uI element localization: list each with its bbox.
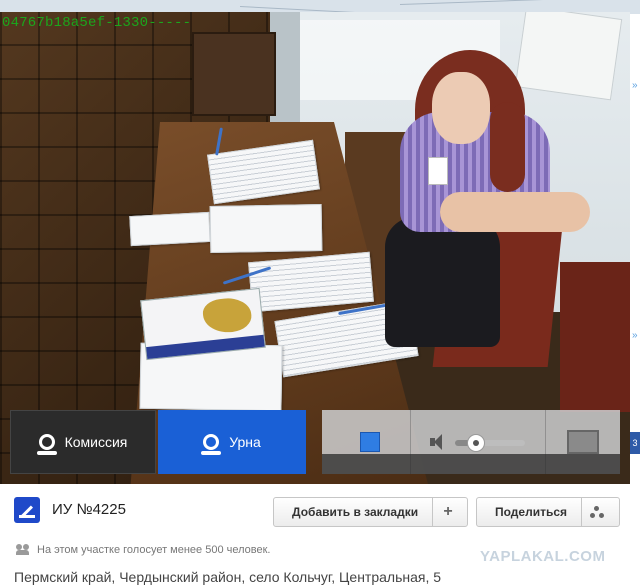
scene-chair-right <box>560 262 630 412</box>
scene-booklet <box>140 287 266 361</box>
scene-booklet-map <box>201 296 253 335</box>
webcam-icon <box>36 434 57 455</box>
camera-stream-id: 04767b18a5ef-1330----- <box>2 15 192 31</box>
plus-icon: + <box>443 503 453 520</box>
share-button[interactable]: Поделиться <box>476 497 620 527</box>
camera-tab-urna[interactable]: Урна <box>158 410 306 474</box>
camera-tab-label: Комиссия <box>64 434 128 450</box>
fullscreen-control <box>545 410 620 474</box>
station-address: Пермский край, Чердынский район, село Ко… <box>14 569 442 585</box>
share-label: Поделиться <box>495 505 568 519</box>
site-watermark: YAPLAKAL.COM <box>480 548 606 565</box>
add-bookmark-button[interactable]: Добавить в закладки + <box>273 497 468 527</box>
volume-slider[interactable] <box>455 434 525 452</box>
scene-chair <box>192 32 276 116</box>
webcam-icon <box>201 434 222 455</box>
map-road <box>399 0 600 5</box>
scene-person <box>385 217 500 347</box>
stop-button[interactable] <box>360 432 380 452</box>
camera-selector: Комиссия Урна <box>10 410 306 474</box>
scene-paper <box>129 211 211 247</box>
scene-person-hair <box>490 102 525 192</box>
volume-control <box>410 410 546 474</box>
add-bookmark-label: Добавить в закладки <box>292 505 419 519</box>
side-tab[interactable]: 3 <box>630 432 640 454</box>
scene-person-arm <box>440 192 590 232</box>
chevron-right-icon: » <box>632 330 638 341</box>
camera-tab-label: Урна <box>229 434 261 450</box>
stop-control <box>322 410 411 474</box>
scene-person-head <box>432 72 490 144</box>
scene-paper <box>209 204 323 253</box>
share-icon <box>582 506 612 518</box>
election-logo-icon <box>14 497 40 523</box>
scene-poster <box>514 12 623 101</box>
volume-knob[interactable] <box>467 434 485 452</box>
player-controls <box>322 410 620 474</box>
voters-note: На этом участке голосует менее 500 челов… <box>37 544 271 556</box>
scene-paper <box>248 251 374 313</box>
chevron-right-icon: » <box>632 80 638 91</box>
camera-tab-komissiya[interactable]: Комиссия <box>10 410 156 474</box>
people-icon <box>16 544 30 555</box>
station-title: ИУ №4225 <box>52 501 126 518</box>
fullscreen-button[interactable] <box>567 430 599 454</box>
scene-badge <box>428 157 448 185</box>
